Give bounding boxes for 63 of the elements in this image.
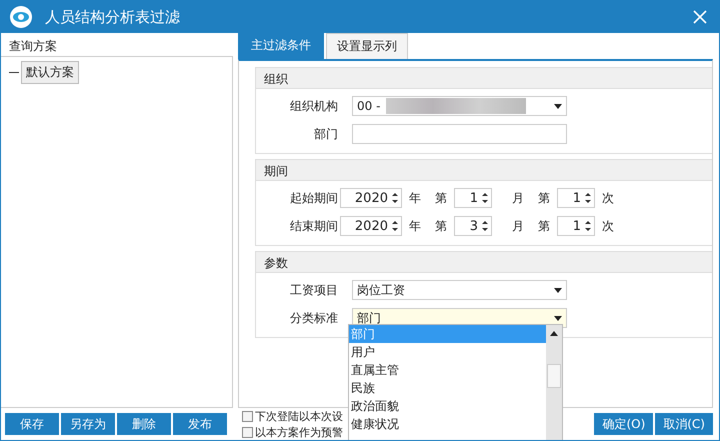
- scheme-button[interactable]: 发布: [173, 413, 227, 435]
- unit-label: 次: [602, 190, 614, 206]
- unit-label: 年: [409, 218, 421, 234]
- scheme-button[interactable]: 另存为: [61, 413, 115, 435]
- tab[interactable]: 主过滤条件: [238, 31, 324, 59]
- eye-logo-icon: [9, 5, 33, 29]
- dropdown-field[interactable]: 00 -: [352, 96, 567, 116]
- checkbox-label: 下次登陆以本次设: [255, 408, 343, 424]
- field-label: 组织机构: [289, 98, 339, 114]
- tree-line: [9, 72, 19, 73]
- field-label: 起始期间: [289, 190, 339, 206]
- unit-label: 第: [538, 218, 550, 234]
- tab[interactable]: 设置显示列: [326, 33, 408, 59]
- input-field[interactable]: [352, 124, 567, 144]
- field-label: 结束期间: [289, 218, 339, 234]
- close-icon[interactable]: [693, 10, 707, 24]
- dropdown-option[interactable]: 民族: [349, 379, 546, 397]
- checkbox[interactable]: [242, 410, 253, 422]
- group-title: 期间: [256, 160, 712, 181]
- index-spinner[interactable]: 1: [557, 216, 595, 236]
- dropdown-option[interactable]: 用户: [349, 343, 546, 361]
- field-label: 分类标准: [289, 310, 339, 326]
- checkbox-label: 以本方案作为预警: [255, 424, 343, 440]
- group-title: 组织: [256, 68, 712, 89]
- dropdown-option[interactable]: 直属主管: [349, 361, 546, 379]
- scrollbar[interactable]: [546, 325, 562, 440]
- spin-arrows-icon: [392, 220, 398, 232]
- checkbox[interactable]: [242, 426, 253, 438]
- field-label: 工资项目: [289, 282, 339, 298]
- unit-label: 次: [602, 218, 614, 234]
- year-spinner[interactable]: 2020: [340, 188, 402, 208]
- dropdown-option[interactable]: 健康状况: [349, 415, 546, 433]
- scheme-heading: 查询方案: [8, 38, 58, 55]
- window-title: 人员结构分析表过滤: [45, 8, 181, 26]
- spin-arrows-icon: [482, 192, 488, 204]
- dialog-button[interactable]: 确定(O): [594, 413, 654, 435]
- spin-arrows-icon: [392, 192, 398, 204]
- dropdown-option[interactable]: 政治面貌: [349, 397, 546, 415]
- unit-label: 第: [435, 218, 447, 234]
- unit-label: 月: [512, 190, 524, 206]
- index-spinner[interactable]: 1: [557, 188, 595, 208]
- unit-label: 年: [409, 190, 421, 206]
- unit-label: 月: [512, 218, 524, 234]
- scroll-thumb[interactable]: [547, 364, 561, 388]
- spin-arrows-icon: [585, 192, 591, 204]
- caret-icon: [554, 104, 562, 108]
- caret-icon: [554, 288, 562, 292]
- scroll-up-icon: [550, 331, 558, 336]
- unit-label: 第: [538, 190, 550, 206]
- caret-icon: [554, 316, 562, 320]
- unit-label: 第: [435, 190, 447, 206]
- scheme-item[interactable]: 默认方案: [21, 61, 79, 84]
- spin-arrows-icon: [585, 220, 591, 232]
- year-spinner[interactable]: 2020: [340, 216, 402, 236]
- month-spinner[interactable]: 3: [454, 216, 492, 236]
- dialog-button[interactable]: 取消(C): [655, 413, 713, 435]
- field-label: 部门: [313, 126, 339, 142]
- spin-arrows-icon: [482, 220, 488, 232]
- dropdown-field[interactable]: 岗位工资: [352, 280, 567, 300]
- group-title: 参数: [256, 252, 712, 273]
- scheme-button[interactable]: 保存: [5, 413, 59, 435]
- scheme-button[interactable]: 删除: [117, 413, 171, 435]
- month-spinner[interactable]: 1: [454, 188, 492, 208]
